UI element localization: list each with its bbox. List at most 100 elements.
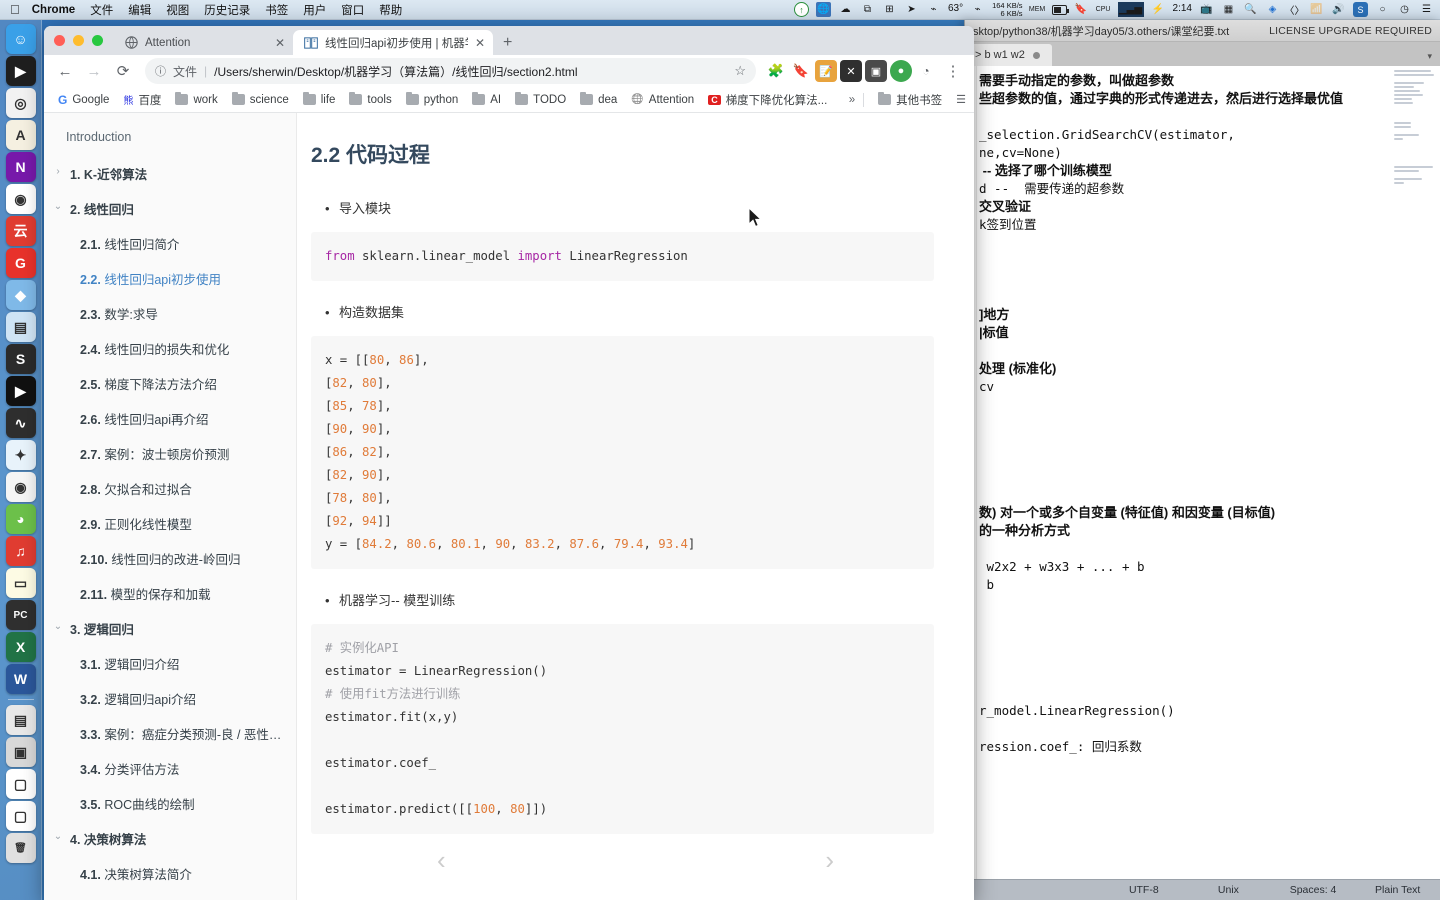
sidebar-item-2-11[interactable]: 2.11. 模型的保存和加载 bbox=[44, 576, 296, 611]
notes-ext-icon[interactable]: 📝 bbox=[815, 60, 837, 82]
chevron-icon[interactable]: ⌄ bbox=[52, 199, 64, 215]
macos-menubar[interactable]:  Chrome 文件 编辑 视图 历史记录 书签 用户 窗口 帮助 ↑ 🌐 ☁… bbox=[0, 0, 1440, 20]
dock-item-sublime[interactable]: S bbox=[5, 344, 36, 374]
code-icon[interactable]: 〈〉 bbox=[1285, 2, 1305, 17]
dock-item-notes[interactable]: ◆ bbox=[5, 280, 36, 310]
maximize-window-button[interactable] bbox=[92, 35, 103, 46]
bookmark-ext-icon[interactable]: 🔖 bbox=[790, 60, 812, 82]
bookmark-science[interactable]: science bbox=[226, 91, 295, 109]
sidebar-item-3-3[interactable]: 3.3. 案例：癌症分类预测-良 / 恶性… bbox=[44, 716, 296, 751]
bookmark-tools[interactable]: tools bbox=[343, 91, 397, 109]
dock-item-finder[interactable]: ☺ bbox=[5, 24, 36, 54]
tab-overflow-caret-icon[interactable]: ▾ bbox=[1427, 51, 1432, 62]
sidebar-item-2-3[interactable]: 2.3. 数学:求导 bbox=[44, 296, 296, 331]
editor-tab[interactable]: > b w1 w2 bbox=[965, 44, 1052, 66]
chrome-menu-button[interactable]: ⋮ bbox=[940, 58, 966, 84]
circle-icon[interactable]: ○ bbox=[1375, 2, 1390, 17]
macos-dock[interactable]: ☺ ▶ ◎ A N ◉ 云 G ◆ ▤ S ▶ ∿ ✦ ◉ ◕ ♫ ▭ PC X W ▤ ▣ ▢ ▢ 🗑 bbox=[0, 20, 42, 900]
menu-item-window[interactable]: 窗口 bbox=[341, 2, 364, 18]
editor-tabbar[interactable]: > b w1 w2 ▾ bbox=[965, 42, 1440, 66]
cpu-icon[interactable]: CPU bbox=[1096, 2, 1111, 17]
bookmark-icon[interactable]: 🔖 bbox=[1074, 2, 1089, 17]
menu-item-view[interactable]: 视图 bbox=[166, 2, 189, 18]
dock-item-location[interactable]: ◉ bbox=[5, 184, 36, 214]
bookmark-todo[interactable]: TODO bbox=[509, 91, 572, 109]
bookmark-dea[interactable]: dea bbox=[574, 91, 623, 109]
chrome-toolbar[interactable]: ← → ⟳ ⓘ 文件 | /Users/sherwin/Desktop/机器学习… bbox=[44, 55, 974, 87]
video-ext-icon[interactable]: ▣ bbox=[865, 60, 887, 82]
close-window-button[interactable] bbox=[54, 35, 65, 46]
volume-icon[interactable]: 🔊 bbox=[1331, 2, 1346, 17]
reload-button[interactable]: ⟳ bbox=[110, 58, 136, 84]
editor-body[interactable]: 需要手动指定的参数，叫做超参数 些超参数的值，通过字典的形式传递进去，然后进行选择… bbox=[965, 66, 1440, 879]
menubar-status-tray[interactable]: ↑ 🌐 ☁ ⧉ ⊞ ➤ ⌁ 63° ⌁ 164 KB/s 6 KB/s MEM … bbox=[793, 1, 1440, 18]
tab-close-icon[interactable]: ✕ bbox=[475, 36, 485, 50]
grid-icon[interactable]: ⊞ bbox=[882, 2, 897, 17]
gitbook-sidebar[interactable]: Introduction › 1. K-近邻算法 ⌄ 2. 线性回归 2.1. 线性回归… bbox=[44, 113, 297, 900]
dock-item-screenshot-file[interactable]: ▣ bbox=[5, 737, 36, 767]
tab-close-icon[interactable]: ✕ bbox=[275, 36, 285, 50]
dock-item-jinshan[interactable]: G bbox=[5, 248, 36, 278]
dock-item-trash[interactable]: 🗑 bbox=[5, 833, 36, 863]
dock-item-document-file-2[interactable]: ▢ bbox=[5, 801, 36, 831]
temperature-indicator[interactable]: 63° bbox=[948, 4, 963, 15]
bookmark-python[interactable]: python bbox=[400, 91, 465, 109]
puzzle-icon[interactable]: 🧩 bbox=[765, 60, 787, 82]
sidebar-chapter-4[interactable]: ⌄ 4. 决策树算法 bbox=[44, 821, 296, 856]
chevron-icon[interactable]: › bbox=[52, 164, 64, 180]
cloud-icon[interactable]: ☁ bbox=[838, 2, 853, 17]
star-icon[interactable]: ☆ bbox=[734, 63, 746, 79]
dock-item-downloads-stack[interactable]: ▤ bbox=[5, 705, 36, 735]
sidebar-item-3-2[interactable]: 3.2. 逻辑回归api介绍 bbox=[44, 681, 296, 716]
dock-item-wechat[interactable]: ◕ bbox=[5, 504, 36, 534]
memory-icon[interactable]: MEM bbox=[1029, 2, 1045, 17]
menu-item-file[interactable]: 文件 bbox=[90, 2, 113, 18]
dock-item-terminal[interactable]: ▶ bbox=[5, 56, 36, 86]
search-icon[interactable]: 🔍 bbox=[1243, 2, 1258, 17]
code-block-dataset[interactable]: x = [[80, 86], [82, 80], [85, 78], [90, … bbox=[311, 336, 934, 569]
status-syntax[interactable]: Plain Text bbox=[1355, 884, 1440, 896]
airplay-icon[interactable]: 📺 bbox=[1199, 2, 1214, 17]
download-arrow-icon[interactable]: ↑ bbox=[793, 2, 809, 17]
bookmarks-overflow-icon[interactable]: » bbox=[849, 94, 855, 106]
bookmark-[interactable]: C 梯度下降优化算法... bbox=[702, 89, 833, 111]
dock-item-preview[interactable]: A bbox=[5, 120, 36, 150]
reading-list-icon[interactable]: ☰ bbox=[956, 93, 966, 106]
status-indentation[interactable]: Spaces: 4 bbox=[1271, 884, 1356, 896]
bluetooth-icon[interactable]: ⌁ bbox=[970, 2, 985, 17]
new-tab-button[interactable]: + bbox=[493, 35, 522, 55]
sidebar-item-2-10[interactable]: 2.10. 线性回归的改进-岭回归 bbox=[44, 541, 296, 576]
menu-item-history[interactable]: 历史记录 bbox=[204, 2, 250, 18]
bookmark-work[interactable]: work bbox=[169, 91, 223, 109]
sidebar-item-3-1[interactable]: 3.1. 逻辑回归介绍 bbox=[44, 646, 296, 681]
dock-item-pycharm[interactable]: PC bbox=[5, 600, 36, 630]
mosaic-icon[interactable]: ▦ bbox=[1221, 2, 1236, 17]
sidebar-item-4-1[interactable]: 4.1. 决策树算法简介 bbox=[44, 856, 296, 891]
dock-item-document-file[interactable]: ▢ bbox=[5, 769, 36, 799]
sidebar-item-2-7[interactable]: 2.7. 案例：波士顿房价预测 bbox=[44, 436, 296, 471]
sync-ext-icon[interactable]: ◔ bbox=[915, 60, 937, 82]
dock-item-obs[interactable]: ◎ bbox=[5, 88, 36, 118]
back-button[interactable]: ← bbox=[52, 58, 78, 84]
sidebar-item-2-9[interactable]: 2.9. 正则化线性模型 bbox=[44, 506, 296, 541]
code-block-training[interactable]: # 实例化API estimator = LinearRegression() … bbox=[311, 624, 934, 834]
menu-item-help[interactable]: 帮助 bbox=[379, 2, 402, 18]
sidebar-chapter-2[interactable]: ⌄ 2. 线性回归 bbox=[44, 191, 296, 226]
network-speed-indicator[interactable]: 164 KB/s 6 KB/s bbox=[992, 1, 1022, 18]
globe-icon[interactable]: 🌐 bbox=[815, 2, 831, 17]
bookmark-[interactable]: 熊百度 bbox=[117, 89, 167, 111]
dock-item-chrome[interactable]: ◉ bbox=[5, 472, 36, 502]
antenna-icon[interactable]: ⌁ bbox=[926, 2, 941, 17]
dock-item-media-player[interactable]: ▶ bbox=[5, 376, 36, 406]
duplicate-icon[interactable]: ⧉ bbox=[860, 2, 875, 17]
status-encoding[interactable]: UTF-8 bbox=[1102, 884, 1187, 896]
minimize-window-button[interactable] bbox=[73, 35, 84, 46]
dock-item-youdao[interactable]: 云 bbox=[5, 216, 36, 246]
info-circle-icon[interactable]: ⓘ bbox=[155, 63, 166, 79]
sidebar-item-3-4[interactable]: 3.4. 分类评估方法 bbox=[44, 751, 296, 786]
bookmark-ai[interactable]: AI bbox=[466, 91, 507, 109]
bookmarks-bar[interactable]: G Google 熊百度 work science life tools python AI TO… bbox=[44, 87, 974, 113]
sidebar-item-3-5[interactable]: 3.5. ROC曲线的绘制 bbox=[44, 786, 296, 821]
sublime-text-window[interactable]: sktop/python38/机器学习day05/3.others/课堂纪要.t… bbox=[964, 20, 1440, 900]
web-page-viewport[interactable]: Introduction › 1. K-近邻算法 ⌄ 2. 线性回归 2.1. 线性回归… bbox=[44, 113, 974, 900]
